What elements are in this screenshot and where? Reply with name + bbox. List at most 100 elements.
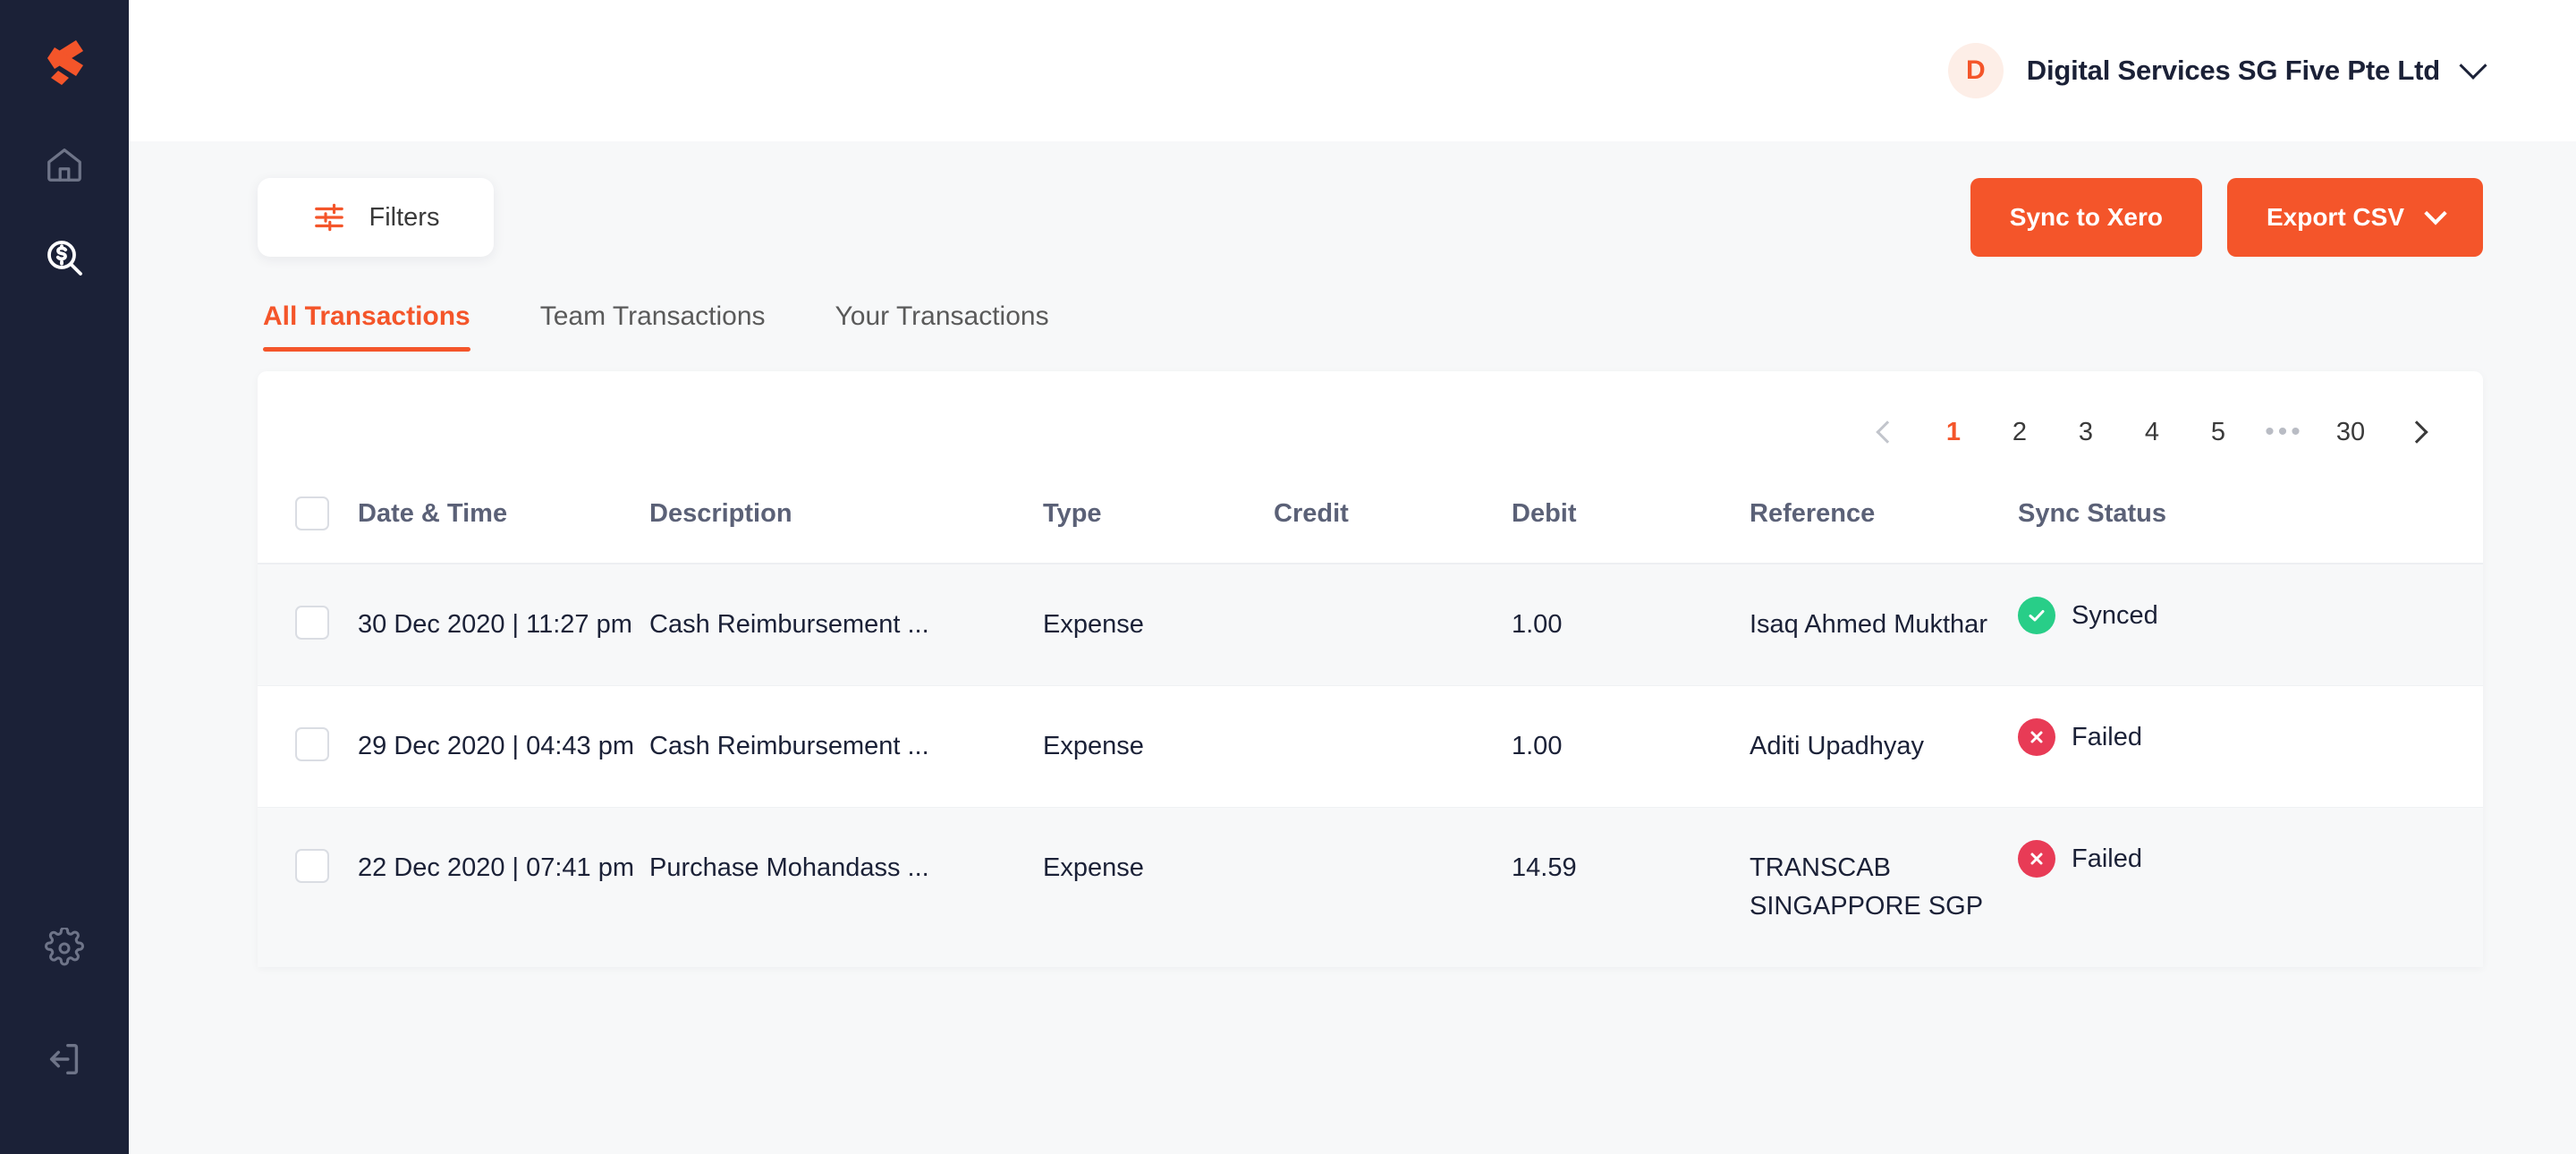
transactions-table: Date & Time Description Type Credit Debi… [258, 480, 2483, 967]
check-circle-icon [2018, 597, 2055, 635]
topbar: D Digital Services SG Five Pte Ltd [129, 0, 2576, 141]
select-all-header [258, 480, 358, 564]
pagination-prev[interactable] [1862, 407, 1912, 457]
status-badge: Synced [2018, 597, 2483, 635]
filters-button-label: Filters [369, 202, 440, 232]
filters-icon [314, 203, 343, 232]
transaction-tabs: All Transactions Team Transactions Your … [258, 301, 2483, 352]
pagination-page-5[interactable]: 5 [2193, 407, 2243, 457]
status-badge: Failed [2018, 718, 2483, 757]
table-body: 30 Dec 2020 | 11:27 pm Cash Reimbursemen… [258, 564, 2483, 967]
cell-reference: TRANSCAB SINGAPPORE SGP [1750, 807, 2018, 967]
gear-icon [44, 928, 85, 966]
cell-sync-status: Synced [2018, 564, 2483, 686]
table-header-row: Date & Time Description Type Credit Debi… [258, 480, 2483, 564]
cell-description: Cash Reimbursement ... [649, 564, 1043, 686]
sidebar-item-transactions[interactable] [39, 233, 89, 283]
sidebar-item-settings[interactable] [39, 923, 89, 973]
sync-to-xero-label: Sync to Xero [2009, 203, 2163, 231]
cell-description: Cash Reimbursement ... [649, 685, 1043, 808]
chevron-down-icon [2424, 202, 2447, 225]
sidebar [0, 0, 129, 1154]
action-bar: Filters Sync to Xero Export CSV [258, 141, 2483, 257]
cell-debit: 1.00 [1512, 685, 1750, 808]
cell-reference: Isaq Ahmed Mukthar [1750, 564, 2018, 686]
status-label: Failed [2072, 844, 2142, 873]
cell-sync-status: Failed [2018, 807, 2483, 967]
transactions-icon [47, 241, 82, 276]
status-badge: Failed [2018, 840, 2483, 878]
table-row[interactable]: 29 Dec 2020 | 04:43 pm Cash Reimbursemen… [258, 685, 2483, 808]
column-header-description: Description [649, 498, 792, 528]
pagination: 1 2 3 4 5 ••• 30 [258, 371, 2483, 480]
sidebar-item-home[interactable] [39, 140, 89, 190]
main-area: D Digital Services SG Five Pte Ltd Filte… [129, 0, 2576, 1154]
row-checkbox[interactable] [295, 726, 329, 761]
cell-date: 22 Dec 2020 | 07:41 pm [358, 807, 649, 967]
cell-date: 29 Dec 2020 | 04:43 pm [358, 685, 649, 808]
row-checkbox[interactable] [295, 848, 329, 883]
pagination-page-3[interactable]: 3 [2061, 407, 2111, 457]
export-csv-button[interactable]: Export CSV [2226, 178, 2483, 257]
export-csv-label: Export CSV [2266, 203, 2404, 231]
pagination-page-2[interactable]: 2 [1995, 407, 2045, 457]
select-all-checkbox[interactable] [295, 496, 329, 530]
cell-date: 30 Dec 2020 | 11:27 pm [358, 564, 649, 686]
cell-debit: 14.59 [1512, 807, 1750, 967]
table-row[interactable]: 22 Dec 2020 | 07:41 pm Purchase Mohandas… [258, 807, 2483, 967]
column-header-date: Date & Time [358, 498, 508, 528]
primary-actions: Sync to Xero Export CSV [1970, 178, 2483, 257]
pagination-ellipsis: ••• [2265, 417, 2304, 446]
spenmo-logo[interactable] [30, 29, 98, 97]
cell-type: Expense [1043, 685, 1274, 808]
transactions-card: 1 2 3 4 5 ••• 30 Date & Time Description… [258, 371, 2483, 967]
tab-all-transactions[interactable]: All Transactions [263, 301, 470, 352]
column-header-credit: Credit [1274, 498, 1349, 528]
cell-debit: 1.00 [1512, 564, 1750, 686]
column-header-debit: Debit [1512, 498, 1577, 528]
cell-description: Purchase Mohandass ... [649, 807, 1043, 967]
x-circle-icon [2018, 718, 2055, 757]
sidebar-nav-bottom [0, 923, 129, 1084]
cell-reference: Aditi Upadhyay [1750, 685, 2018, 808]
logout-icon [49, 1043, 79, 1075]
content: Filters Sync to Xero Export CSV All Tran… [129, 141, 2576, 1154]
row-select-cell [258, 807, 358, 967]
pagination-next[interactable] [2392, 407, 2442, 457]
cell-type: Expense [1043, 564, 1274, 686]
org-name: Digital Services SG Five Pte Ltd [2026, 55, 2440, 86]
org-switcher[interactable]: D Digital Services SG Five Pte Ltd [1947, 43, 2487, 98]
row-select-cell [258, 564, 358, 686]
tab-team-transactions[interactable]: Team Transactions [540, 301, 766, 352]
pagination-page-1[interactable]: 1 [1928, 407, 1979, 457]
table-row[interactable]: 30 Dec 2020 | 11:27 pm Cash Reimbursemen… [258, 564, 2483, 686]
cell-type: Expense [1043, 807, 1274, 967]
cell-credit [1274, 564, 1512, 686]
x-circle-icon [2018, 840, 2055, 878]
column-header-type: Type [1043, 498, 1102, 528]
sidebar-item-logout[interactable] [39, 1034, 89, 1084]
pagination-page-last[interactable]: 30 [2326, 407, 2376, 457]
chevron-left-icon [1876, 420, 1899, 444]
column-header-sync-status: Sync Status [2018, 498, 2166, 528]
app-root: D Digital Services SG Five Pte Ltd Filte… [0, 0, 2576, 1154]
column-header-reference: Reference [1750, 498, 1876, 528]
cell-credit [1274, 685, 1512, 808]
status-label: Failed [2072, 722, 2142, 751]
row-select-cell [258, 685, 358, 808]
cell-sync-status: Failed [2018, 685, 2483, 808]
cell-credit [1274, 807, 1512, 967]
tab-your-transactions[interactable]: Your Transactions [835, 301, 1049, 352]
filters-button[interactable]: Filters [258, 178, 494, 257]
sync-to-xero-button[interactable]: Sync to Xero [1970, 178, 2202, 257]
chevron-down-icon [2459, 51, 2487, 80]
status-label: Synced [2072, 601, 2158, 630]
row-checkbox[interactable] [295, 606, 329, 640]
pagination-page-4[interactable]: 4 [2127, 407, 2177, 457]
home-icon [47, 148, 81, 182]
table-head: Date & Time Description Type Credit Debi… [258, 480, 2483, 564]
spenmo-logo-icon [47, 40, 83, 85]
avatar: D [1947, 43, 2004, 98]
sidebar-nav-top [39, 140, 89, 283]
chevron-right-icon [2405, 420, 2428, 444]
